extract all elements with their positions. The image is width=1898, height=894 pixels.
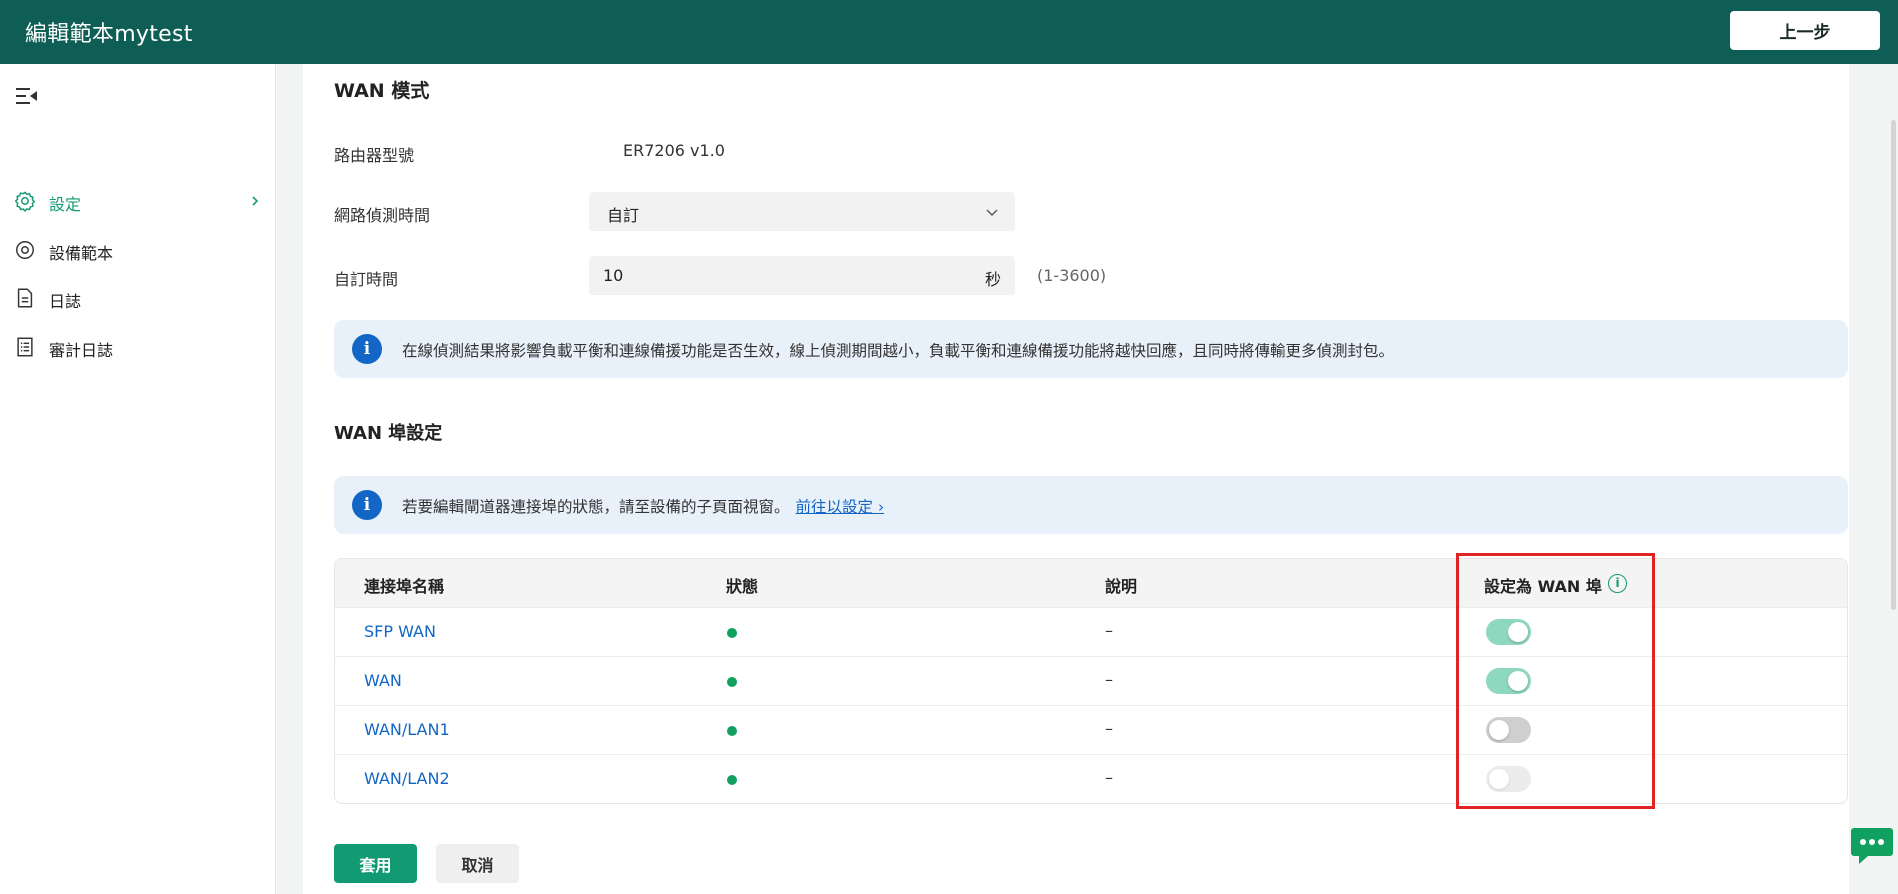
status-online-dot [727,775,737,785]
cancel-button[interactable]: 取消 [436,844,519,883]
col-port-name: 連接埠名稱 [364,577,445,596]
sidebar-item-logs[interactable]: 日誌 [0,278,276,318]
status-online-dot [727,726,737,736]
scrollbar[interactable] [1891,120,1896,610]
list-icon [17,337,33,357]
col-status: 狀態 [726,577,759,596]
port-description: – [1105,768,1113,787]
highlight-annotation [1456,553,1655,809]
detect-time-select[interactable]: 自訂 [589,192,1015,231]
status-online-dot [727,677,737,687]
port-name-link[interactable]: WAN [364,671,402,690]
chat-icon[interactable] [1850,826,1894,866]
top-bar: 編輯範本mytest 上一步 [0,0,1898,64]
sidebar: 設定 設備範本 日誌 審計日誌 [0,64,276,894]
sidebar-item-label: 日誌 [49,292,82,311]
sidebar-item-audit-logs[interactable]: 審計日誌 [0,327,276,367]
detect-time-label: 網路偵測時間 [334,206,431,225]
detect-info-text: 在線偵測結果將影響負載平衡和連線備援功能是否生效，線上偵測期間越小，負載平衡和連… [402,342,1395,360]
port-description: – [1105,621,1113,640]
port-info-text: 若要編輯閘道器連接埠的狀態，請至設備的子頁面視窗。 前往以設定 › [402,498,885,516]
port-name-link[interactable]: SFP WAN [364,622,436,641]
port-description: – [1105,670,1113,689]
wan-port-title: WAN 埠設定 [334,423,443,444]
apply-button[interactable]: 套用 [334,844,417,883]
sidebar-item-settings[interactable]: 設定 [0,181,276,221]
target-icon [16,241,34,259]
custom-time-value: 10 [603,266,624,285]
custom-time-unit: 秒 [984,270,1001,289]
document-icon [17,288,33,308]
sidebar-item-label: 設定 [49,195,82,214]
col-description: 說明 [1105,577,1138,596]
status-online-dot [727,628,737,638]
sidebar-item-label: 設備範本 [49,244,114,263]
detect-info-banner: i 在線偵測結果將影響負載平衡和連線備援功能是否生效，線上偵測期間越小，負載平衡… [334,320,1848,378]
sidebar-item-label: 審計日誌 [49,341,114,360]
port-description: – [1105,719,1113,738]
router-model-label: 路由器型號 [334,146,415,165]
port-name-link[interactable]: WAN/LAN2 [364,769,450,788]
custom-time-input[interactable]: 10 秒 [589,256,1015,295]
custom-time-range: (1-3600) [1037,266,1107,285]
chevron-right-icon [252,196,259,206]
wan-mode-title: WAN 模式 [334,80,430,102]
custom-time-label: 自訂時間 [334,270,399,289]
port-name-link[interactable]: WAN/LAN1 [364,720,450,739]
page-title: 編輯範本mytest [25,22,193,47]
info-icon: i [352,490,382,520]
router-model-value: ER7206 v1.0 [623,141,725,160]
go-to-settings-link[interactable]: 前往以設定 › [796,498,885,516]
info-icon: i [352,334,382,364]
back-button[interactable]: 上一步 [1730,11,1880,50]
port-info-banner: i 若要編輯閘道器連接埠的狀態，請至設備的子頁面視窗。 前往以設定 › [334,476,1848,534]
gear-icon [14,191,36,212]
chevron-down-icon [986,209,998,216]
detect-time-value: 自訂 [607,206,640,225]
collapse-menu-icon[interactable] [15,85,39,107]
sidebar-item-device-templates[interactable]: 設備範本 [0,230,276,270]
